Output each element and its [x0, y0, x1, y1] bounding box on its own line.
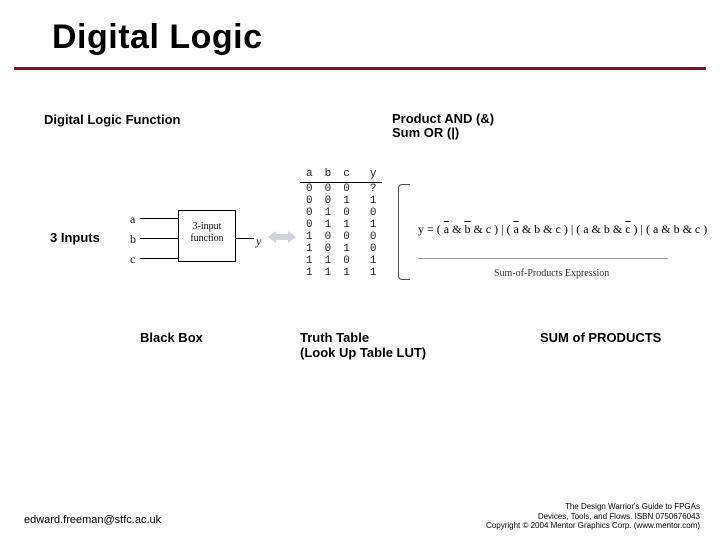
sop-expression-caption: Sum-of-Products Expression — [494, 268, 609, 279]
table-cell: 1 — [356, 255, 383, 267]
table-cell: 1 — [337, 195, 356, 207]
table-cell: 0 — [356, 231, 383, 243]
function-box-line2: function — [179, 233, 235, 245]
truth-table: a b c y 000?0011010001111000101011011111 — [300, 168, 382, 279]
table-cell: 0 — [337, 231, 356, 243]
table-row: 1111 — [300, 267, 382, 279]
table-cell: 0 — [319, 183, 338, 196]
blackbox-caption: Black Box — [140, 330, 203, 345]
tt-head-a: a — [300, 168, 319, 183]
table-cell: 0 — [319, 195, 338, 207]
table-row: 1000 — [300, 231, 382, 243]
sop-caption: SUM of PRODUCTS — [540, 330, 661, 345]
table-cell: 1 — [300, 243, 319, 255]
table-cell: 0 — [337, 183, 356, 196]
function-box-line1: 3-input — [179, 221, 235, 233]
table-cell: 1 — [300, 231, 319, 243]
sop-expression-zone: y = ( a & b & c ) | ( a & b & c ) | ( a … — [398, 180, 710, 290]
table-cell: 1 — [319, 219, 338, 231]
subtitle-right-line1: Product AND (&) — [392, 112, 494, 126]
link-arrow-icon — [268, 228, 296, 251]
inputs-label: 3 Inputs — [50, 230, 100, 245]
wire-b — [140, 238, 178, 239]
table-cell: 1 — [337, 267, 356, 279]
table-row: 1101 — [300, 255, 382, 267]
table-cell: 0 — [356, 243, 383, 255]
table-row: 0100 — [300, 207, 382, 219]
page-title: Digital Logic — [52, 18, 720, 57]
table-cell: 0 — [337, 255, 356, 267]
table-cell: 1 — [356, 219, 383, 231]
port-c-label: c — [130, 252, 135, 267]
table-row: 000? — [300, 183, 382, 196]
table-cell: 0 — [356, 207, 383, 219]
tt-head-b: b — [319, 168, 338, 183]
port-y-label: y — [256, 234, 261, 249]
table-cell: 0 — [319, 243, 338, 255]
port-a-label: a — [130, 212, 135, 227]
footer-reference: The Design Warrior's Guide to FPGAs Devi… — [486, 502, 700, 530]
table-cell: 1 — [319, 267, 338, 279]
table-cell: 0 — [300, 219, 319, 231]
subtitle-left: Digital Logic Function — [44, 112, 181, 127]
truthtable-caption-line2: (Look Up Table LUT) — [300, 345, 426, 360]
table-cell: 1 — [319, 255, 338, 267]
table-cell: 1 — [319, 207, 338, 219]
truthtable-caption: Truth Table (Look Up Table LUT) — [300, 330, 426, 360]
title-block: Digital Logic — [0, 0, 720, 61]
table-cell: 1 — [337, 219, 356, 231]
sop-expression: y = ( a & b & c ) | ( a & b & c ) | ( a … — [418, 222, 707, 237]
table-cell: 1 — [300, 267, 319, 279]
table-cell: 0 — [300, 183, 319, 196]
table-cell: 0 — [300, 207, 319, 219]
brace-icon — [398, 184, 410, 280]
wire-y — [236, 238, 254, 239]
function-box: 3-input function — [178, 210, 236, 262]
table-cell: 0 — [337, 207, 356, 219]
tt-head-y: y — [356, 168, 383, 183]
wire-c — [140, 258, 178, 259]
port-b-label: b — [130, 232, 136, 247]
table-cell: 1 — [300, 255, 319, 267]
tt-head-c: c — [337, 168, 356, 183]
expression-underline — [418, 258, 668, 259]
table-cell: 1 — [356, 267, 383, 279]
footer-ref-line3: Copyright © 2004 Mentor Graphics Corp. (… — [486, 521, 700, 530]
table-cell: 1 — [356, 195, 383, 207]
table-cell: ? — [356, 183, 383, 196]
subtitle-right: Product AND (&) Sum OR (|) — [392, 112, 494, 141]
table-row: 0111 — [300, 219, 382, 231]
subtitle-right-line2: Sum OR (|) — [392, 126, 494, 140]
footer-ref-line1: The Design Warrior's Guide to FPGAs — [486, 502, 700, 511]
table-cell: 1 — [337, 243, 356, 255]
table-cell: 0 — [300, 195, 319, 207]
table-cell: 0 — [319, 231, 338, 243]
footer-ref-line2: Devices, Tools, and Flows. ISBN 07506760… — [486, 512, 700, 521]
table-row: 0011 — [300, 195, 382, 207]
header-rule — [14, 67, 706, 70]
table-row: 1010 — [300, 243, 382, 255]
wire-a — [140, 218, 178, 219]
truthtable-caption-line1: Truth Table — [300, 330, 426, 345]
footer-email: edward.freeman@stfc.ac.uk — [24, 514, 161, 526]
